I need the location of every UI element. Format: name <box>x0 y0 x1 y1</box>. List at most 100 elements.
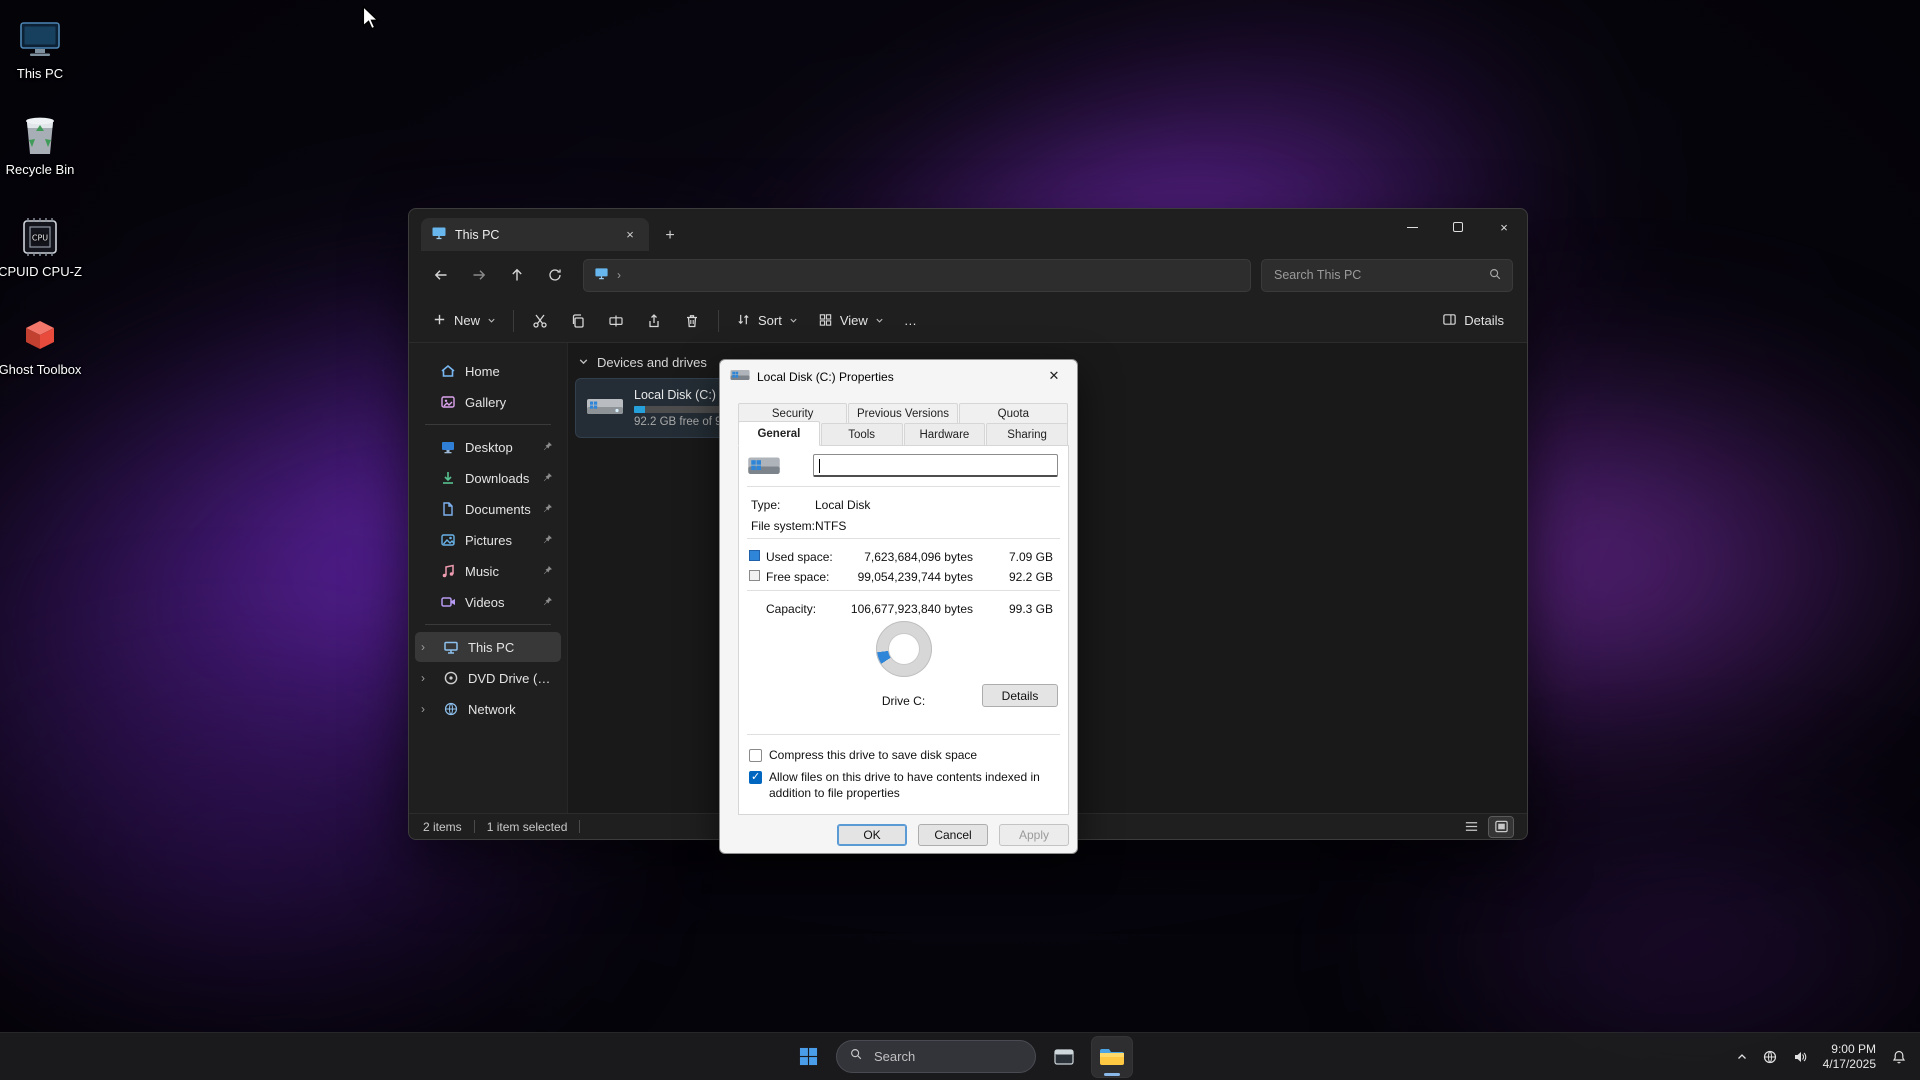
sidebar-item-home[interactable]: Home <box>415 356 561 386</box>
volume-label-input[interactable] <box>814 455 1057 475</box>
refresh-button[interactable] <box>537 258 573 292</box>
gallery-icon <box>439 394 456 411</box>
sidebar-separator <box>425 624 551 625</box>
monitor-icon <box>431 225 447 244</box>
up-button[interactable] <box>499 258 535 292</box>
share-button[interactable] <box>636 304 672 338</box>
file-explorer-taskbar-icon[interactable] <box>1092 1037 1132 1077</box>
free-space-label: Free space: <box>766 570 829 584</box>
delete-button[interactable] <box>674 304 710 338</box>
new-tab-button[interactable]: + <box>655 221 685 251</box>
sidebar-item-this-pc[interactable]: › This PC <box>415 632 561 662</box>
new-button[interactable]: New <box>423 304 505 338</box>
desktop-icon-ghost-toolbox[interactable]: Ghost Toolbox <box>0 312 86 378</box>
details-button[interactable]: Details <box>982 684 1058 707</box>
explorer-tab[interactable]: This PC × <box>421 218 649 251</box>
sidebar-item-music[interactable]: Music <box>415 556 561 586</box>
used-space-label: Used space: <box>766 550 833 564</box>
dvd-drive-icon <box>442 670 459 687</box>
tab-general[interactable]: General <box>738 421 820 446</box>
downloads-icon <box>439 470 456 487</box>
sidebar-item-desktop[interactable]: Desktop <box>415 432 561 462</box>
sidebar-item-gallery[interactable]: Gallery <box>415 387 561 417</box>
start-button[interactable] <box>788 1037 828 1077</box>
index-checkbox-label: Allow files on this drive to have conten… <box>769 770 1060 801</box>
volume-icon[interactable] <box>1787 1037 1813 1077</box>
close-button[interactable]: × <box>1481 209 1527 245</box>
sidebar-item-label: Videos <box>465 595 532 610</box>
this-pc-icon <box>442 639 459 656</box>
view-button[interactable]: View <box>809 304 893 338</box>
forward-button[interactable] <box>461 258 497 292</box>
dialog-title: Local Disk (C:) Properties <box>757 370 894 384</box>
tray-chevron-up-icon[interactable] <box>1731 1037 1753 1077</box>
cut-button[interactable] <box>522 304 558 338</box>
details-pane-button[interactable]: Details <box>1433 304 1513 338</box>
sidebar-item-videos[interactable]: Videos <box>415 587 561 617</box>
tab-hardware[interactable]: Hardware <box>904 423 986 446</box>
tab-previous-versions[interactable]: Previous Versions <box>848 403 957 424</box>
desktop-icon-cpuz[interactable]: CPU CPUID CPU-Z <box>0 214 86 280</box>
navigation-bar: › <box>409 251 1527 299</box>
home-icon <box>439 363 456 380</box>
taskbar-search-input[interactable] <box>872 1048 1052 1065</box>
svg-text:CPU: CPU <box>32 234 48 243</box>
rename-button[interactable] <box>598 304 634 338</box>
sidebar-item-label: Pictures <box>465 533 532 548</box>
tab-tools[interactable]: Tools <box>821 423 903 446</box>
mouse-cursor <box>361 5 383 36</box>
sort-button[interactable]: Sort <box>727 304 807 338</box>
desktop-icon-label: CPUID CPU-Z <box>0 265 86 280</box>
chevron-right-icon[interactable]: › <box>421 702 433 716</box>
notification-bell-icon[interactable] <box>1886 1037 1912 1077</box>
details-view-toggle[interactable] <box>1459 817 1483 837</box>
cancel-button[interactable]: Cancel <box>918 824 988 846</box>
volume-label-field[interactable] <box>813 454 1058 477</box>
index-checkbox[interactable] <box>749 771 762 784</box>
index-checkbox-row[interactable]: Allow files on this drive to have conten… <box>749 770 1060 801</box>
tab-close-icon[interactable]: × <box>621 226 639 244</box>
desktop-icon <box>439 439 456 456</box>
explorer-search[interactable] <box>1261 259 1513 292</box>
tab-quota[interactable]: Quota <box>959 403 1068 424</box>
chevron-right-icon[interactable]: › <box>421 671 433 685</box>
sidebar-item-downloads[interactable]: Downloads <box>415 463 561 493</box>
sidebar-item-label: Documents <box>465 502 532 517</box>
ok-button[interactable]: OK <box>837 824 907 846</box>
sidebar-item-dvd-drive[interactable]: › DVD Drive (D:) WIN <box>415 663 561 693</box>
thumbnail-view-toggle[interactable] <box>1489 817 1513 837</box>
compress-checkbox-row[interactable]: Compress this drive to save disk space <box>749 748 1060 764</box>
compress-checkbox[interactable] <box>749 749 762 762</box>
tab-sharing[interactable]: Sharing <box>986 423 1068 446</box>
used-space-size: 7.09 GB <box>1009 550 1053 564</box>
sidebar-item-pictures[interactable]: Pictures <box>415 525 561 555</box>
chevron-down-icon[interactable] <box>578 355 589 370</box>
sidebar-item-documents[interactable]: Documents <box>415 494 561 524</box>
tab-bar: This PC × + × <box>409 209 1527 251</box>
more-options-button[interactable]: … <box>895 304 927 338</box>
desktop-icon-this-pc[interactable]: This PC <box>0 16 86 82</box>
search-input[interactable] <box>1272 267 1480 283</box>
maximize-button[interactable] <box>1435 209 1481 245</box>
dialog-button-row: OK Cancel Apply <box>837 824 1069 846</box>
desktop-icon-label: Ghost Toolbox <box>0 363 86 378</box>
type-value: Local Disk <box>815 498 870 512</box>
taskbar-clock[interactable]: 9:00 PM 4/17/2025 <box>1817 1042 1882 1072</box>
dialog-close-icon[interactable]: ✕ <box>1033 362 1075 390</box>
minimize-button[interactable] <box>1389 209 1435 245</box>
network-icon[interactable] <box>1757 1037 1783 1077</box>
copy-button[interactable] <box>560 304 596 338</box>
general-tab-page: Type: Local Disk File system: NTFS Used … <box>738 445 1069 815</box>
back-button[interactable] <box>423 258 459 292</box>
section-devices-and-drives[interactable]: Devices and drives <box>578 355 707 370</box>
chevron-right-icon[interactable]: › <box>421 640 433 654</box>
screen: This PC Recycle Bin CPU CPUID CPU-Z Ghos… <box>0 0 1920 1080</box>
apply-button[interactable]: Apply <box>999 824 1069 846</box>
taskbar-search[interactable] <box>836 1040 1036 1073</box>
desktop-icon-recycle-bin[interactable]: Recycle Bin <box>0 112 86 178</box>
this-pc-icon <box>17 16 63 62</box>
search-icon <box>849 1047 863 1066</box>
address-bar[interactable]: › <box>583 259 1251 292</box>
sidebar-item-network[interactable]: › Network <box>415 694 561 724</box>
taskbar-app-window-icon[interactable] <box>1044 1037 1084 1077</box>
